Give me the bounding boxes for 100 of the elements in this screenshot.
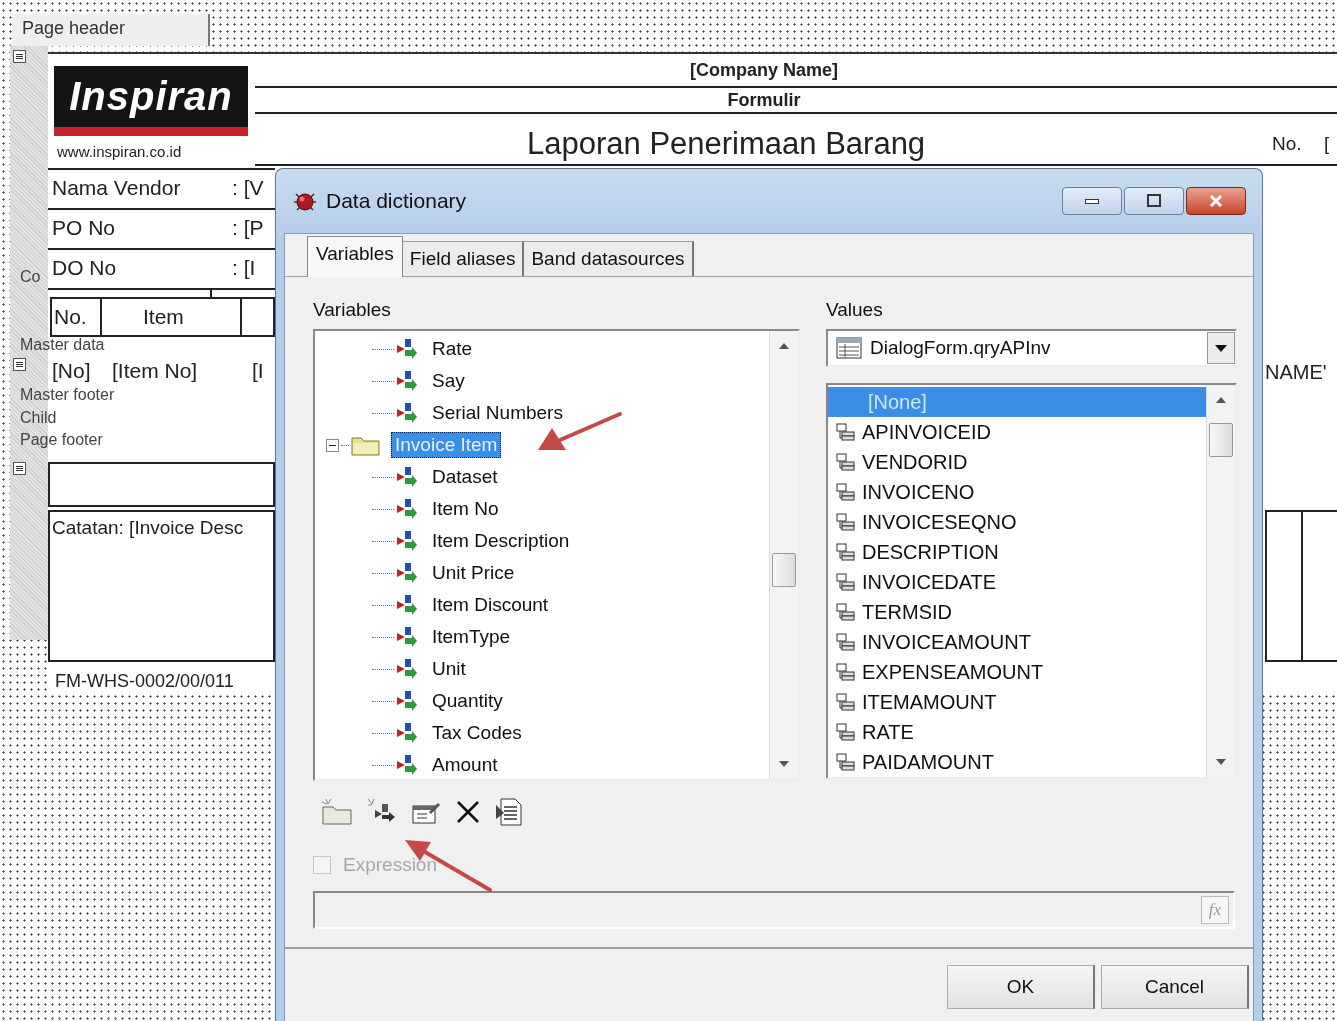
variable-icon (396, 530, 418, 552)
tab[interactable]: Field aliases (402, 241, 525, 276)
scroll-up-icon[interactable] (779, 343, 789, 349)
collapse-icon (13, 358, 26, 371)
variable-icon (396, 402, 418, 424)
document-icon[interactable] (495, 797, 525, 827)
list-item[interactable]: APINVOICEID (828, 417, 1206, 447)
list-item[interactable]: ITEMAMOUNT (828, 687, 1206, 717)
tab[interactable]: Variables (307, 236, 403, 277)
dialog-button[interactable]: OK (947, 965, 1095, 1009)
collapse-icon (13, 50, 26, 63)
dialog-button[interactable]: Cancel (1101, 965, 1249, 1009)
field-label: Nama Vendor (52, 176, 181, 200)
detail-field: [No] (52, 359, 91, 383)
field-icon (836, 422, 856, 442)
field-icon (836, 542, 856, 562)
report-title: Laporan Penerimaan Barang (527, 126, 926, 162)
scrollbar-thumb[interactable] (772, 553, 796, 587)
variable-icon (396, 594, 418, 616)
maximize-icon (1146, 194, 1162, 208)
delete-icon[interactable] (455, 799, 481, 825)
dropdown-value: DialogForm.qryAPInv (870, 337, 1051, 359)
variable-icon (396, 690, 418, 712)
list-item[interactable]: DESCRIPTION (828, 537, 1206, 567)
variable-icon (396, 658, 418, 680)
scrollbar-thumb[interactable] (1209, 423, 1233, 457)
form-code: FM-WHS-0002/00/011 (55, 671, 234, 692)
logo-text: Inspiran (69, 74, 233, 119)
tree-item[interactable]: Item Discount (428, 592, 553, 618)
variable-icon (396, 338, 418, 360)
collapse-icon (13, 462, 26, 475)
field-value: : [I (232, 256, 256, 280)
list-item[interactable]: INVOICENO (828, 477, 1206, 507)
field-value: : [V (232, 176, 264, 200)
list-item[interactable]: INVOICEAMOUNT (828, 627, 1206, 657)
maximize-button[interactable] (1124, 187, 1184, 215)
close-icon (1208, 194, 1224, 208)
table-icon (836, 337, 862, 359)
collapse-icon[interactable] (326, 438, 339, 452)
list-item[interactable]: INVOICEDATE (828, 567, 1206, 597)
tree-item[interactable]: Item No (428, 496, 503, 522)
band-header: Page header (12, 14, 210, 46)
datasource-dropdown[interactable]: DialogForm.qryAPInv (826, 329, 1237, 367)
scrollbar[interactable] (1206, 385, 1235, 777)
dropdown-button[interactable] (1207, 332, 1235, 364)
tree-item[interactable]: Tax Codes (428, 720, 526, 746)
tree-item[interactable]: ItemType (428, 624, 515, 650)
scroll-down-icon[interactable] (779, 761, 789, 767)
list-item[interactable]: VENDORID (828, 447, 1206, 477)
field-label: PO No (52, 216, 116, 240)
variable-icon (396, 626, 418, 648)
number-label: No. (1272, 132, 1302, 156)
website-text: www.inspiran.co.id (57, 143, 182, 160)
band-label: Master footer (20, 386, 115, 403)
list-item[interactable]: EXPENSEAMOUNT (828, 657, 1206, 687)
section-label: Variables (313, 299, 392, 321)
field-icon (836, 662, 856, 682)
company-name: [Company Name] (690, 60, 838, 81)
field-icon (836, 452, 856, 472)
detail-field: [Item No] (112, 359, 198, 383)
column-header: Item (143, 305, 184, 329)
tree-item[interactable]: Rate (428, 336, 477, 362)
tree-item[interactable]: Unit (428, 656, 470, 682)
field-label: DO No (52, 256, 117, 280)
close-button[interactable] (1186, 187, 1246, 215)
tree-item[interactable]: Dataset (428, 464, 502, 490)
variable-icon (396, 722, 418, 744)
tree-item[interactable]: Amount (428, 752, 502, 778)
caret-icon (1215, 344, 1227, 352)
band-label: Co (20, 268, 41, 285)
variable-icon (396, 466, 418, 488)
tree-item[interactable]: Unit Price (428, 560, 519, 586)
field-icon (836, 752, 856, 772)
window-title: Data dictionary (326, 189, 467, 213)
field-icon (836, 632, 856, 652)
band-label: Master data (20, 336, 105, 353)
detail-field: [I (252, 359, 264, 383)
field-icon (836, 602, 856, 622)
checkbox-label: Expression (343, 854, 437, 876)
tab[interactable]: Band datasources (524, 241, 694, 276)
number-field: [ (1324, 132, 1330, 156)
scrollbar[interactable] (769, 331, 798, 779)
tree-item[interactable]: Say (428, 368, 469, 394)
scroll-up-icon[interactable] (1216, 397, 1226, 403)
tree-item[interactable]: Serial Numbers (428, 400, 567, 426)
field-icon (836, 512, 856, 532)
field-icon (836, 692, 856, 712)
field-value: : [P (232, 216, 264, 240)
minimize-icon (1085, 198, 1099, 204)
tree-item[interactable]: Quantity (428, 688, 507, 714)
list-item[interactable]: INVOICESEQNO (828, 507, 1206, 537)
tree-item[interactable]: Item Description (428, 528, 574, 554)
list-item[interactable]: TERMSID (828, 597, 1206, 627)
band-label: Child (20, 409, 57, 426)
list-item[interactable]: PAIDAMOUNT (828, 747, 1206, 777)
list-item[interactable]: RATE (828, 717, 1206, 747)
minimize-button[interactable] (1062, 187, 1122, 215)
variable-icon (396, 562, 418, 584)
scroll-down-icon[interactable] (1216, 759, 1226, 765)
field-icon (836, 722, 856, 742)
